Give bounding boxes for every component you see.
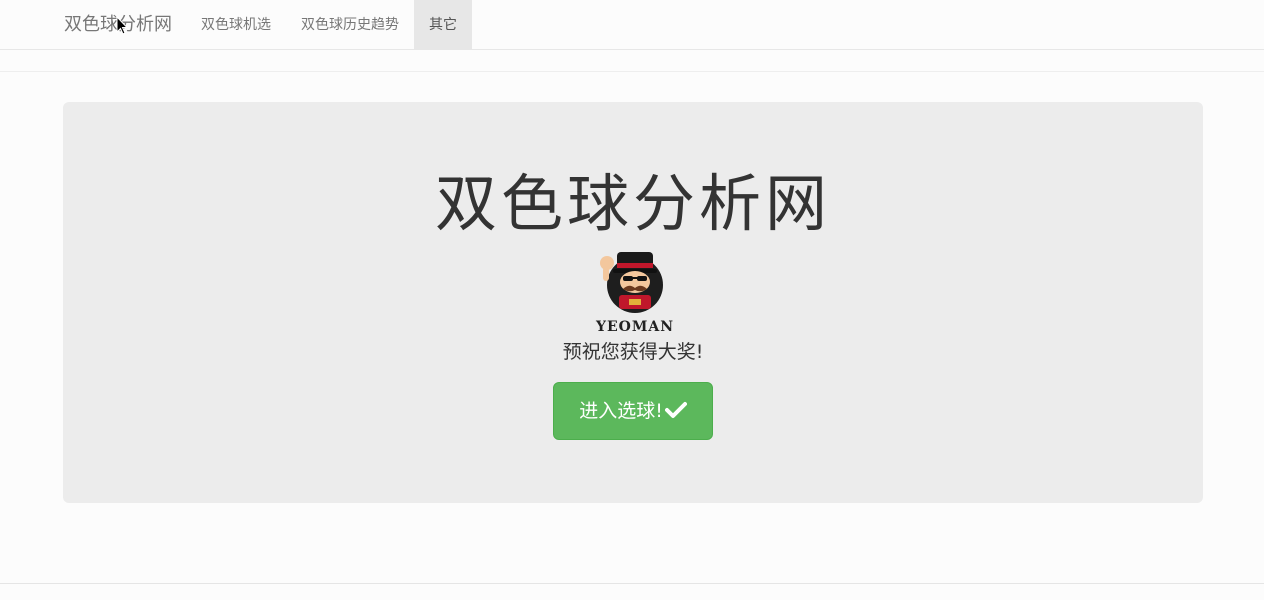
- nav-item-other[interactable]: 其它: [414, 0, 472, 50]
- logo-text: YEOMAN: [595, 319, 674, 335]
- yeoman-logo: YEOMAN: [595, 252, 674, 335]
- enter-pick-button[interactable]: 进入选球!: [553, 382, 713, 440]
- nav-item-random-pick[interactable]: 双色球机选: [187, 0, 285, 50]
- check-icon: [664, 401, 687, 418]
- top-navbar: 双色球分析网 双色球机选 双色球历史趋势 其它: [0, 0, 1264, 50]
- hero-panel: 双色球分析网 YEOMAN 预祝您获得大奖! 进入选球!: [63, 102, 1203, 503]
- nav-item-history-trend[interactable]: 双色球历史趋势: [287, 0, 413, 50]
- footer-divider: [0, 583, 1264, 584]
- divider: [0, 71, 1264, 72]
- hero-subtitle: 预祝您获得大奖!: [562, 341, 704, 363]
- enter-pick-label: 进入选球!: [579, 400, 663, 422]
- hero-title: 双色球分析网: [434, 167, 831, 240]
- brand-link[interactable]: 双色球分析网: [64, 0, 172, 50]
